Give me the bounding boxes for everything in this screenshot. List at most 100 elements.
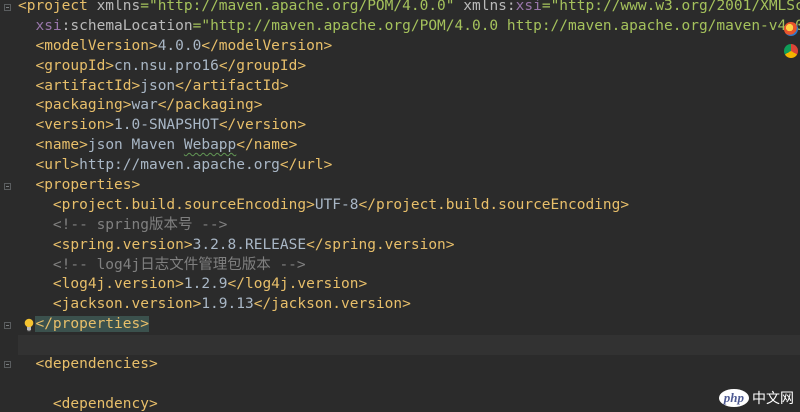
code-line[interactable] xyxy=(18,375,800,395)
code-token: </jackson.version> xyxy=(253,296,411,313)
code-token: </project.build.sourceEncoding> xyxy=(358,196,630,213)
editor-gutter[interactable] xyxy=(0,0,18,412)
code-token: </properties> xyxy=(35,316,149,333)
code-token: <groupId> xyxy=(35,57,115,74)
code-line[interactable]: <!-- spring版本号 --> xyxy=(18,216,800,236)
code-line[interactable] xyxy=(18,335,800,356)
code-line[interactable]: </properties> xyxy=(18,315,800,335)
fold-collapse-icon[interactable] xyxy=(4,322,11,329)
watermark-text: 中文网 xyxy=(752,390,794,406)
code-token: <properties> xyxy=(35,177,141,194)
code-line[interactable]: <groupId>cn.nsu.pro16</groupId> xyxy=(18,57,800,77)
code-token: </groupId> xyxy=(218,57,307,74)
code-line[interactable]: <project xmlns="http://maven.apache.org/… xyxy=(18,0,800,17)
code-token: :schemaLocation xyxy=(61,17,193,34)
code-token: 4.0.0 xyxy=(157,37,202,54)
code-token: xsi xyxy=(515,0,542,14)
code-token: <!-- log4j日志文件管理包版本 --> xyxy=(52,256,306,273)
code-token: <version> xyxy=(35,117,115,134)
code-line[interactable]: xsi:schemaLocation="http://maven.apache.… xyxy=(18,17,800,37)
code-token: war xyxy=(131,97,158,114)
code-token: <name> xyxy=(35,137,88,154)
code-token: <log4j.version> xyxy=(52,276,184,293)
code-token: </packaging> xyxy=(157,97,263,114)
code-token: </version> xyxy=(218,117,307,134)
php-logo: php xyxy=(718,389,749,407)
code-line[interactable]: <version>1.0-SNAPSHOT</version> xyxy=(18,116,800,136)
code-line[interactable]: <url>http://maven.apache.org</url> xyxy=(18,156,800,176)
code-token: xmlns xyxy=(96,0,141,14)
code-token: cn.nsu.pro16 xyxy=(114,57,219,74)
code-line[interactable]: <!-- log4j日志文件管理包版本 --> xyxy=(18,256,800,276)
fold-collapse-icon[interactable] xyxy=(4,361,11,368)
code-line[interactable]: <artifactId>json</artifactId> xyxy=(18,77,800,97)
code-token: ="http://maven.apache.org/POM/4.0.0 http… xyxy=(192,17,800,34)
code-token: </log4j.version> xyxy=(227,276,368,293)
fold-collapse-icon[interactable] xyxy=(4,4,11,11)
fold-collapse-icon[interactable] xyxy=(4,183,11,190)
code-token: 1.2.9 xyxy=(183,276,228,293)
code-line[interactable]: <modelVersion>4.0.0</modelVersion> xyxy=(18,37,800,57)
code-token: json xyxy=(140,77,176,94)
code-token: 3.2.8.RELEASE xyxy=(192,236,307,253)
code-lines[interactable]: <project xmlns="http://maven.apache.org/… xyxy=(18,0,800,412)
code-line[interactable]: <jackson.version>1.9.13</jackson.version… xyxy=(18,295,800,315)
code-token: <url> xyxy=(35,157,80,174)
code-token: <!-- spring版本号 --> xyxy=(52,216,228,233)
chrome-icon[interactable] xyxy=(784,44,798,58)
code-token: <jackson.version> xyxy=(52,296,202,313)
code-token: <artifactId> xyxy=(35,77,141,94)
code-line[interactable]: <properties> xyxy=(18,176,800,196)
code-token: ="http://www.w3.org/2001/XMLSchema-insta… xyxy=(541,0,800,14)
code-token: Webapp xyxy=(183,137,237,154)
code-token: <dependency> xyxy=(52,395,158,412)
code-line[interactable]: <spring.version>3.2.8.RELEASE</spring.ve… xyxy=(18,236,800,256)
firefox-icon[interactable] xyxy=(784,22,798,36)
code-line[interactable]: <dependency> xyxy=(18,395,800,412)
code-line[interactable]: <packaging>war</packaging> xyxy=(18,96,800,116)
code-token: </modelVersion> xyxy=(201,37,333,54)
lightbulb-icon[interactable] xyxy=(23,318,35,332)
code-token: <project.build.sourceEncoding> xyxy=(52,196,315,213)
code-token: UTF-8 xyxy=(314,196,359,213)
browser-icons-strip xyxy=(776,0,800,412)
code-line[interactable]: <log4j.version>1.2.9</log4j.version> xyxy=(18,275,800,295)
code-token: <project xyxy=(18,0,97,14)
code-token: <spring.version> xyxy=(52,236,193,253)
code-line[interactable]: <dependencies> xyxy=(18,355,800,375)
code-token: <packaging> xyxy=(35,97,132,114)
code-token: </name> xyxy=(236,137,298,154)
code-token: </spring.version> xyxy=(306,236,455,253)
code-token: http://maven.apache.org xyxy=(79,157,280,174)
code-token: xmlns: xyxy=(463,0,516,14)
code-line[interactable]: <name>json Maven Webapp</name> xyxy=(18,136,800,156)
watermark: php 中文网 xyxy=(718,388,794,408)
code-editor[interactable]: <project xmlns="http://maven.apache.org/… xyxy=(0,0,800,412)
code-token: json Maven xyxy=(87,137,184,154)
code-token: 1.9.13 xyxy=(201,296,254,313)
code-token: </artifactId> xyxy=(175,77,289,94)
code-token: xsi xyxy=(35,17,62,34)
code-token: <dependencies> xyxy=(35,356,158,373)
code-token: 1.0-SNAPSHOT xyxy=(114,117,219,134)
code-line[interactable]: <project.build.sourceEncoding>UTF-8</pro… xyxy=(18,196,800,216)
code-token: ="http://maven.apache.org/POM/4.0.0" xyxy=(140,0,455,14)
